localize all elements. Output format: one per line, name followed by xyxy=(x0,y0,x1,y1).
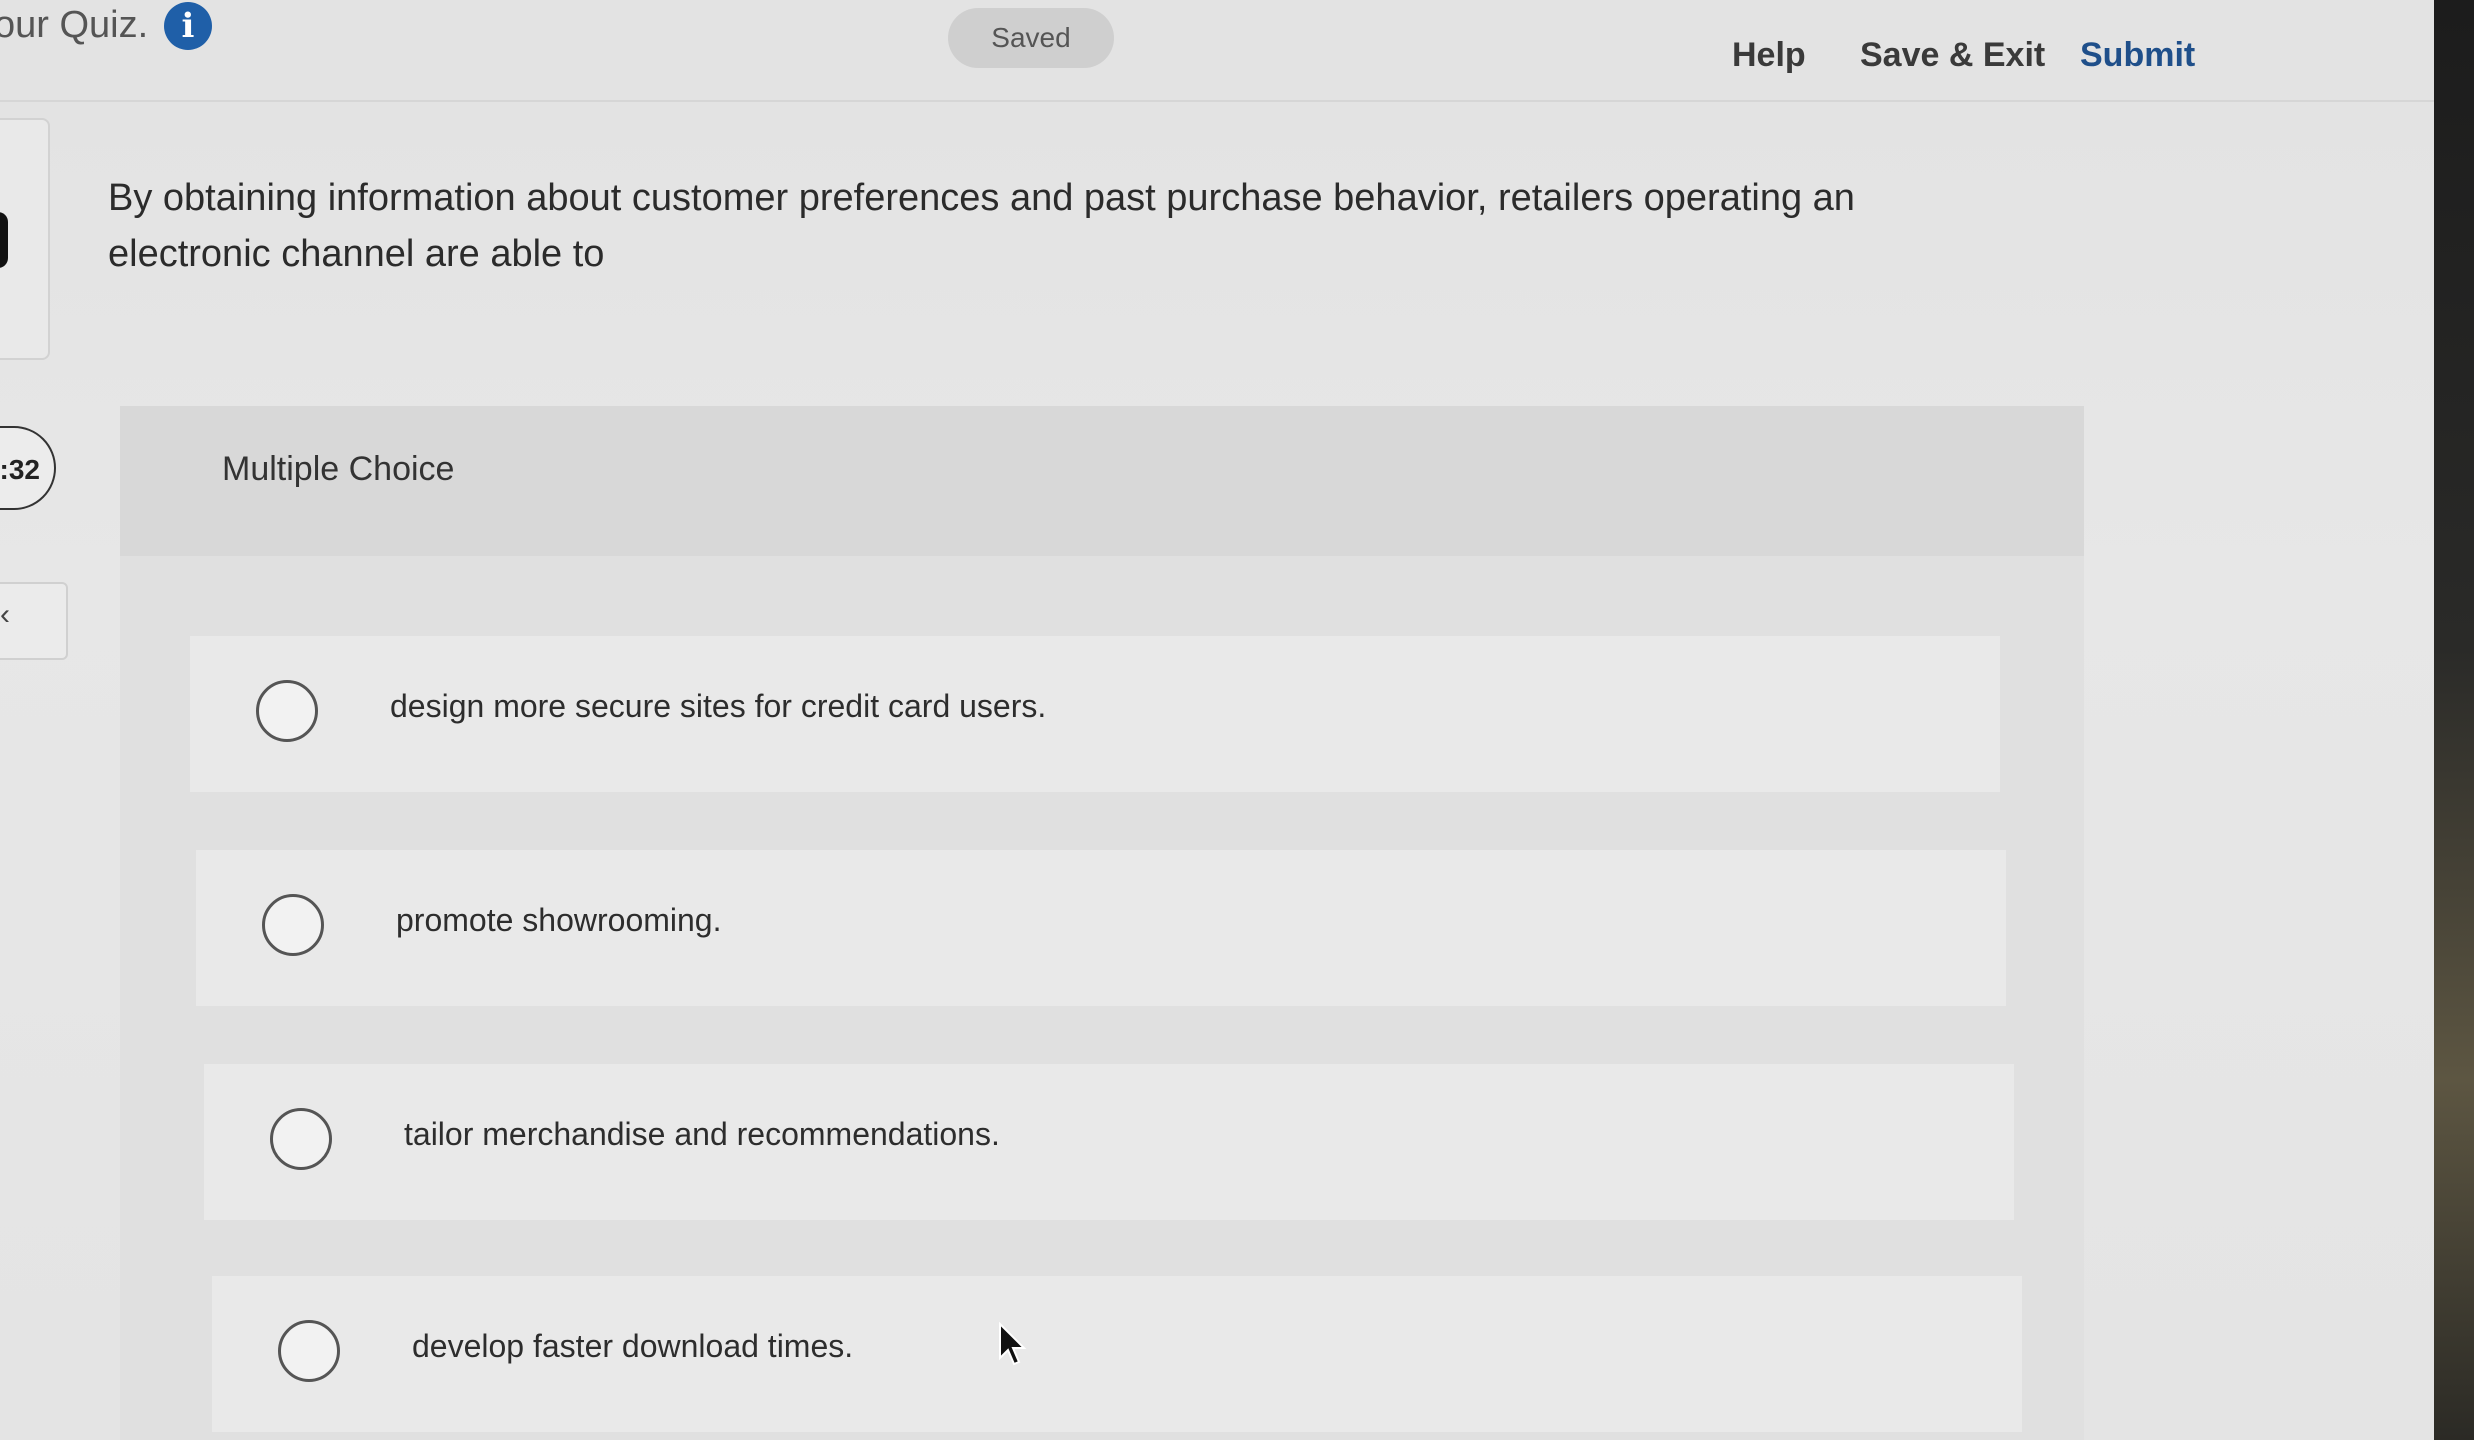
radio-button[interactable] xyxy=(262,894,324,956)
answer-option-label: tailor merchandise and recommendations. xyxy=(404,1116,1000,1152)
timer-badge: :32 xyxy=(0,426,56,510)
answer-option-3[interactable]: tailor merchandise and recommendations. xyxy=(204,1064,2014,1220)
radio-button[interactable] xyxy=(256,680,318,742)
answer-option-4[interactable]: develop faster download times. xyxy=(212,1276,2022,1432)
radio-button[interactable] xyxy=(270,1108,332,1170)
collapse-button[interactable]: ‹ xyxy=(0,582,68,660)
answer-option-label: design more secure sites for credit card… xyxy=(390,688,1047,724)
quiz-header: our Quiz. i Saved Help Save & Exit Submi… xyxy=(0,0,2434,102)
chevron-left-icon: ‹ xyxy=(0,598,10,631)
save-exit-link[interactable]: Save & Exit xyxy=(1860,36,2045,75)
answer-panel: Multiple Choice design more secure sites… xyxy=(120,406,2084,1440)
answer-option-1[interactable]: design more secure sites for credit card… xyxy=(190,636,2000,792)
mouse-cursor-icon xyxy=(999,1322,1027,1366)
answer-option-label: promote showrooming. xyxy=(396,902,722,938)
nav-indicator xyxy=(0,212,8,268)
answer-option-2[interactable]: promote showrooming. xyxy=(196,850,2006,1006)
question-prompt: By obtaining information about customer … xyxy=(108,177,1855,275)
help-link[interactable]: Help xyxy=(1732,36,1806,75)
submit-link[interactable]: Submit xyxy=(2080,36,2195,75)
quiz-screen: our Quiz. i Saved Help Save & Exit Submi… xyxy=(0,0,2434,1440)
question-type-label: Multiple Choice xyxy=(222,450,455,488)
saved-status-badge: Saved xyxy=(948,8,1114,68)
answer-option-label: develop faster download times. xyxy=(412,1328,854,1364)
answer-panel-header: Multiple Choice xyxy=(120,406,2084,556)
quiz-title: our Quiz. xyxy=(0,4,149,46)
radio-button[interactable] xyxy=(278,1320,340,1382)
info-icon[interactable]: i xyxy=(164,2,212,50)
